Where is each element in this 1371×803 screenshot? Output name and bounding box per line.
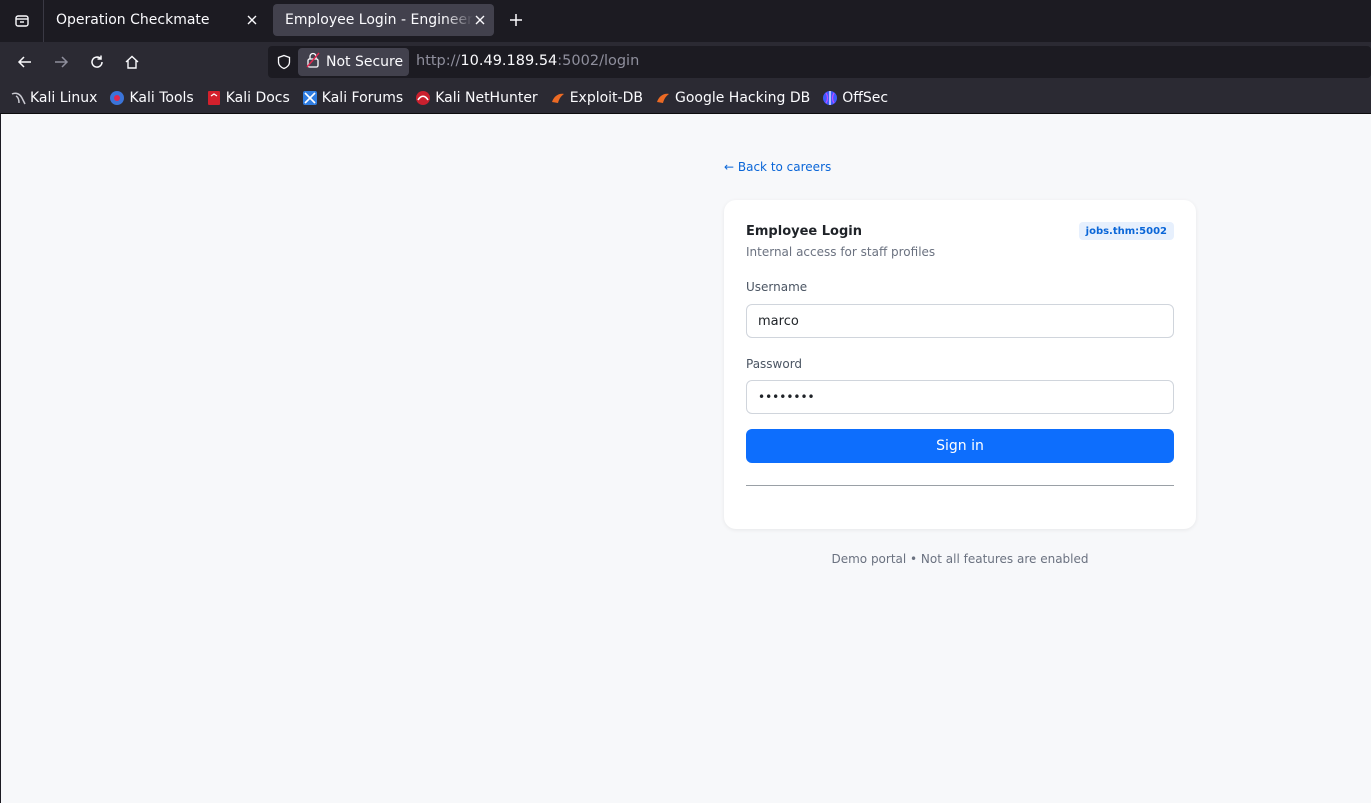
navigation-toolbar: Not Secure http://10.49.189.54:5002/logi… bbox=[0, 42, 1371, 82]
forward-arrow-icon[interactable] bbox=[47, 48, 75, 76]
back-to-careers-link[interactable]: ← Back to careers bbox=[724, 160, 831, 174]
bookmark-label: Kali Forums bbox=[321, 89, 404, 106]
bookmark-kali-forums[interactable]: Kali Forums bbox=[302, 90, 403, 106]
bookmark-kali-tools[interactable]: Kali Tools bbox=[109, 89, 194, 106]
lock-warning-icon bbox=[306, 52, 320, 72]
bookmark-label: Kali NetHunter bbox=[435, 89, 538, 106]
bookmark-kali-nethunter[interactable]: Kali NetHunter bbox=[415, 89, 538, 106]
shield-icon[interactable] bbox=[276, 54, 292, 70]
kali-tools-icon bbox=[109, 90, 125, 106]
bookmark-kali-docs[interactable]: Kali Docs bbox=[206, 90, 290, 106]
password-field[interactable]: •••••••• bbox=[746, 380, 1174, 414]
username-field[interactable]: marco bbox=[746, 304, 1174, 338]
host-tag-badge: jobs.thm:5002 bbox=[1078, 222, 1174, 240]
not-secure-indicator[interactable]: Not Secure bbox=[298, 48, 409, 76]
tab-title: Employee Login - Engineering bbox=[285, 12, 473, 28]
bookmark-kali-linux[interactable]: Kali Linux bbox=[10, 90, 97, 106]
not-secure-label: Not Secure bbox=[326, 54, 404, 70]
sign-in-button[interactable]: Sign in bbox=[746, 429, 1174, 463]
list-all-tabs-icon[interactable] bbox=[8, 7, 36, 35]
bookmark-google-hacking-db[interactable]: Google Hacking DB bbox=[655, 90, 810, 106]
divider bbox=[746, 485, 1174, 486]
bookmark-exploit-db[interactable]: Exploit-DB bbox=[550, 90, 643, 106]
url-scheme: http:// bbox=[416, 53, 461, 69]
bookmark-label: Exploit-DB bbox=[569, 89, 643, 106]
reload-icon[interactable] bbox=[83, 48, 111, 76]
bookmark-label: Kali Docs bbox=[225, 89, 290, 106]
kali-dragon-icon bbox=[10, 90, 26, 106]
card-subtitle: Internal access for staff profiles bbox=[746, 245, 936, 259]
footnote: Demo portal • Not all features are enabl… bbox=[831, 552, 1089, 566]
exploit-db-icon bbox=[550, 90, 566, 106]
tab-operation-checkmate[interactable]: Operation Checkmate bbox=[44, 4, 266, 36]
offsec-icon bbox=[822, 90, 838, 106]
password-label: Password bbox=[746, 357, 803, 371]
bookmark-label: Kali Linux bbox=[30, 89, 98, 106]
ghdb-icon bbox=[655, 90, 671, 106]
url-text[interactable]: http://10.49.189.54:5002/login bbox=[416, 53, 639, 69]
password-value: •••••••• bbox=[758, 390, 815, 404]
bookmark-offsec[interactable]: OffSec bbox=[822, 90, 888, 106]
back-arrow-icon[interactable] bbox=[11, 48, 39, 76]
tab-employee-login[interactable]: Employee Login - Engineering bbox=[273, 4, 494, 36]
home-icon[interactable] bbox=[118, 48, 146, 76]
url-host: 10.49.189.54 bbox=[460, 53, 558, 69]
bookmarks-toolbar: Kali Linux Kali Tools Kali Docs Kali For… bbox=[0, 82, 1371, 114]
kali-docs-icon bbox=[206, 90, 222, 106]
login-card: Employee Login Internal access for staff… bbox=[724, 200, 1196, 529]
bookmark-label: OffSec bbox=[842, 89, 889, 106]
card-title: Employee Login bbox=[746, 224, 862, 239]
new-tab-plus-icon[interactable] bbox=[504, 7, 528, 33]
username-label: Username bbox=[746, 280, 808, 294]
close-icon[interactable] bbox=[244, 12, 260, 28]
bookmark-label: Kali Tools bbox=[129, 89, 194, 106]
bookmark-label: Google Hacking DB bbox=[674, 89, 811, 106]
kali-nethunter-icon bbox=[415, 90, 431, 106]
tab-title: Operation Checkmate bbox=[56, 12, 210, 28]
page-content: ← Back to careers Employee Login Interna… bbox=[1, 114, 1371, 803]
close-icon[interactable] bbox=[472, 12, 488, 28]
username-value: marco bbox=[758, 313, 799, 329]
url-path: :5002/login bbox=[557, 53, 640, 69]
tab-strip: Operation Checkmate Employee Login - Eng… bbox=[0, 0, 1371, 42]
url-bar[interactable]: Not Secure http://10.49.189.54:5002/logi… bbox=[268, 46, 1371, 78]
kali-forums-icon bbox=[302, 90, 318, 106]
